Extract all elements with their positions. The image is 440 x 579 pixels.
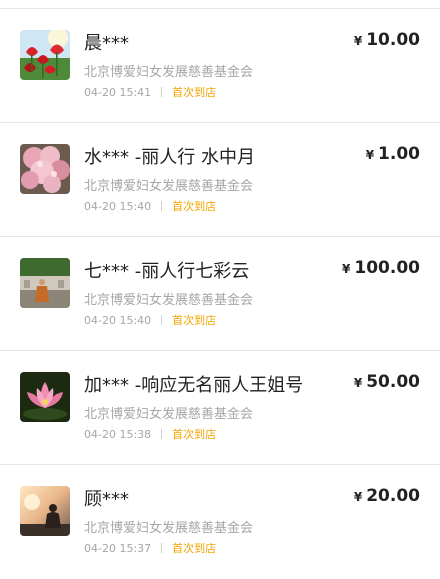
amount-value: 100.00	[354, 258, 420, 278]
tulip-photo-icon	[20, 30, 70, 80]
amount-value: 10.00	[366, 30, 420, 50]
list-item[interactable]: 加*** -响应无名丽人王姐号 北京博爱妇女发展慈善基金会 04-20 15:3…	[0, 351, 440, 465]
monk-photo-icon	[20, 258, 70, 308]
currency-symbol: ¥	[353, 376, 363, 390]
organization-name: 北京博爱妇女发展慈善基金会	[84, 179, 254, 194]
donation-amount: ¥ 100.00	[342, 258, 420, 278]
donation-amount: ¥ 50.00	[354, 372, 420, 392]
list-item[interactable]: 水*** -丽人行 水中月 北京博爱妇女发展慈善基金会 04-20 15:40 …	[0, 123, 440, 237]
donor-name: 七*** -丽人行七彩云	[84, 261, 250, 282]
donation-amount: ¥ 20.00	[354, 486, 420, 506]
organization-name: 北京博爱妇女发展慈善基金会	[84, 407, 254, 422]
pink-blossom-photo-icon	[20, 144, 70, 194]
first-visit-badge: 首次到店	[172, 314, 217, 327]
donation-time: 04-20 15:38	[84, 427, 152, 441]
donation-amount: ¥ 1.00	[366, 144, 420, 164]
donor-name: 顾***	[84, 489, 129, 510]
first-visit-badge: 首次到店	[172, 542, 217, 555]
organization-name: 北京博爱妇女发展慈善基金会	[84, 521, 254, 536]
currency-symbol: ¥	[353, 490, 363, 504]
divider	[161, 87, 163, 97]
donation-meta: 04-20 15:37 首次到店	[84, 540, 216, 556]
divider	[161, 201, 163, 211]
donation-time: 04-20 15:37	[84, 541, 152, 555]
currency-symbol: ¥	[353, 34, 363, 48]
donation-time: 04-20 15:40	[84, 313, 152, 327]
donor-name: 水*** -丽人行 水中月	[84, 147, 255, 168]
amount-value: 50.00	[366, 372, 420, 392]
donation-meta: 04-20 15:40 首次到店	[84, 312, 216, 328]
organization-name: 北京博爱妇女发展慈善基金会	[84, 65, 254, 80]
donation-time: 04-20 15:41	[84, 85, 152, 99]
donation-amount: ¥ 10.00	[354, 30, 420, 50]
first-visit-badge: 首次到店	[172, 200, 217, 213]
donor-name: 加*** -响应无名丽人王姐号	[84, 375, 304, 396]
donation-meta: 04-20 15:38 首次到店	[84, 426, 216, 442]
donation-time: 04-20 15:40	[84, 199, 152, 213]
divider	[161, 429, 163, 439]
sunset-silhouette-photo-icon	[20, 486, 70, 536]
list-item[interactable]: 顾*** 北京博爱妇女发展慈善基金会 04-20 15:37 首次到店 ¥ 20…	[0, 465, 440, 579]
organization-name: 北京博爱妇女发展慈善基金会	[84, 293, 254, 308]
list-item[interactable]: 晨*** 北京博爱妇女发展慈善基金会 04-20 15:41 首次到店 ¥ 10…	[0, 9, 440, 123]
amount-value: 20.00	[366, 486, 420, 506]
currency-symbol: ¥	[342, 262, 351, 276]
donor-name: 晨***	[84, 33, 129, 54]
first-visit-badge: 首次到店	[172, 86, 217, 99]
divider	[161, 543, 163, 553]
donation-meta: 04-20 15:41 首次到店	[84, 84, 216, 100]
lotus-photo-icon	[20, 372, 70, 422]
first-visit-badge: 首次到店	[172, 428, 217, 441]
donation-meta: 04-20 15:40 首次到店	[84, 198, 216, 214]
amount-value: 1.00	[378, 144, 420, 164]
list-item[interactable]: 七*** -丽人行七彩云 北京博爱妇女发展慈善基金会 04-20 15:40 首…	[0, 237, 440, 351]
currency-symbol: ¥	[365, 148, 375, 162]
donation-list: 晨*** 北京博爱妇女发展慈善基金会 04-20 15:41 首次到店 ¥ 10…	[0, 9, 440, 579]
divider	[161, 315, 163, 325]
